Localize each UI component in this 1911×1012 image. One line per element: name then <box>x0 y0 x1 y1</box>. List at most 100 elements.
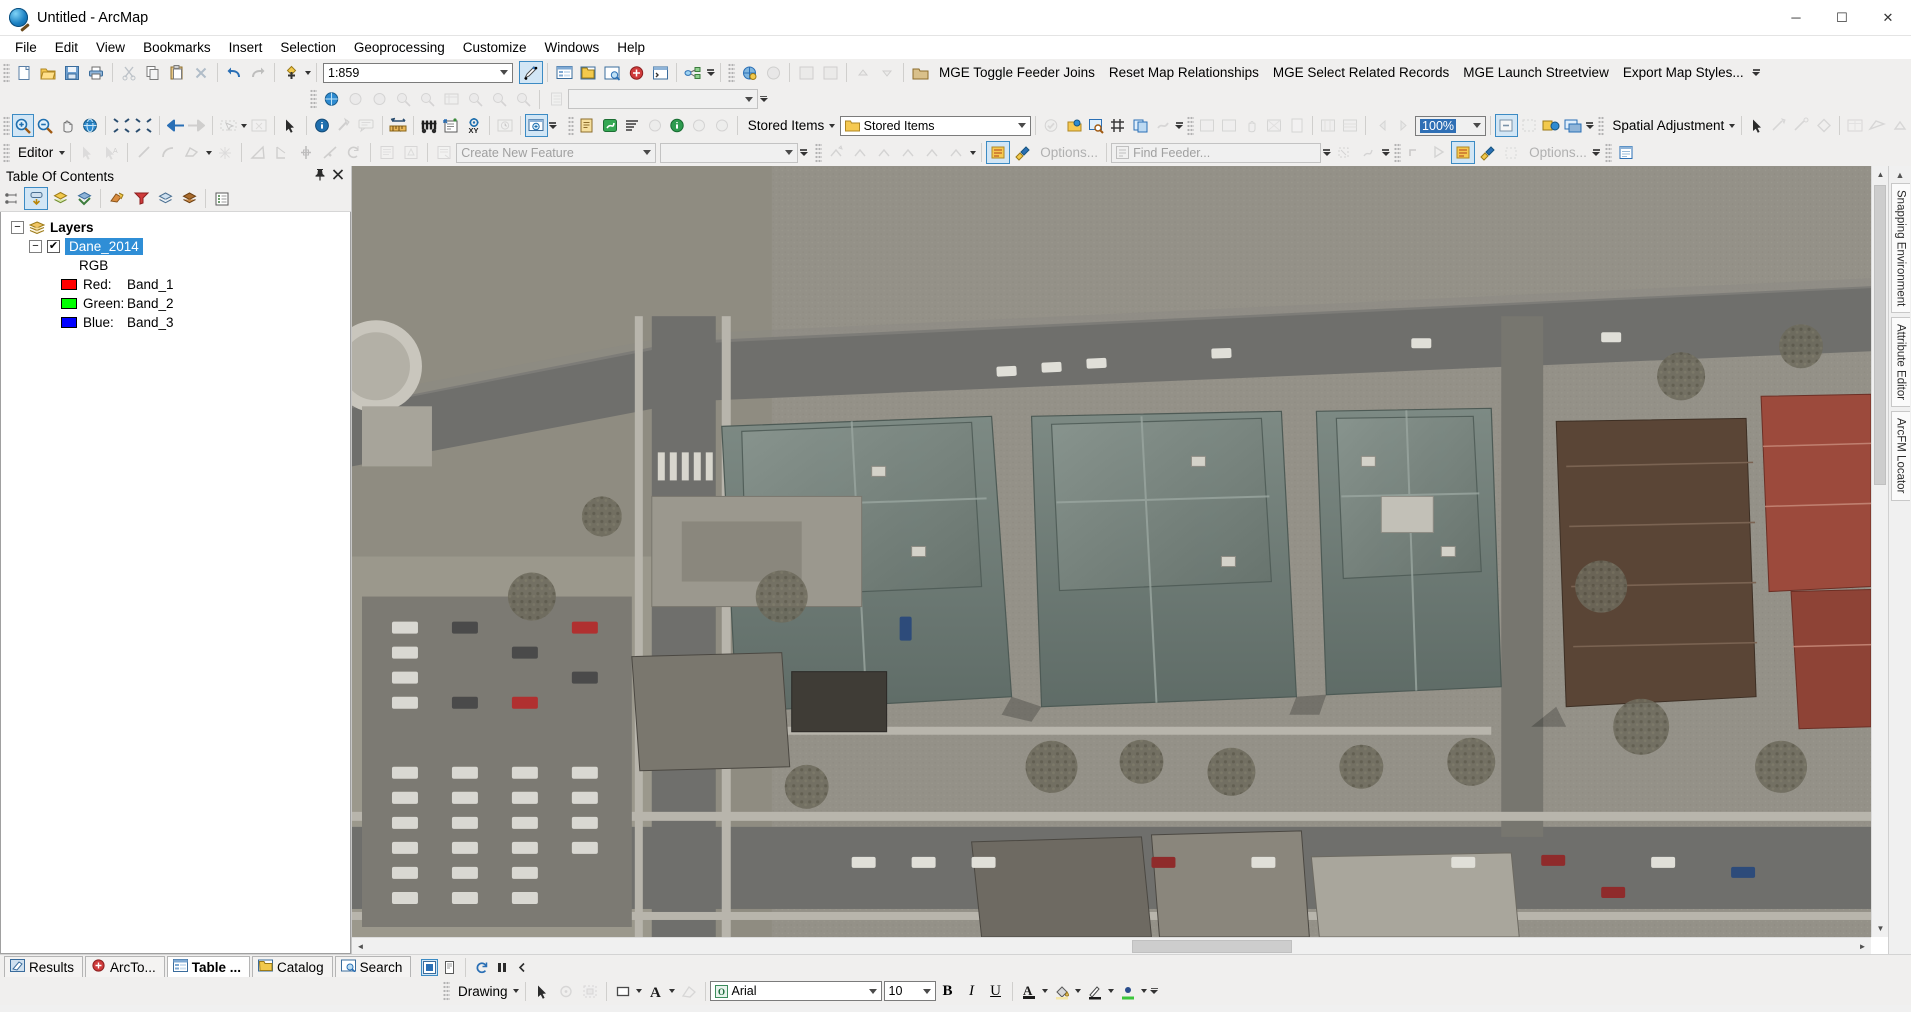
collapse-icon[interactable] <box>513 959 530 976</box>
layer-visibility-checkbox[interactable]: ✔ <box>47 240 60 253</box>
italic-button[interactable]: I <box>960 980 984 1003</box>
stored-items-label[interactable]: Stored Items <box>742 118 829 133</box>
vertical-scroll-thumb[interactable] <box>1874 185 1886 485</box>
editor-toolbar-icon[interactable] <box>519 61 543 84</box>
feeder-paint-icon[interactable] <box>1010 141 1034 164</box>
html-popup-icon[interactable] <box>355 114 377 137</box>
minimize-button[interactable]: ─ <box>1773 0 1819 36</box>
identify-icon[interactable] <box>311 114 333 137</box>
new-identity-link-icon[interactable] <box>1790 114 1812 137</box>
new-text-icon[interactable]: A <box>644 980 668 1003</box>
font-family-combo[interactable]: O Arial <box>709 981 882 1001</box>
layer-fill-icon[interactable] <box>177 187 201 210</box>
arcfm-pages-icon[interactable] <box>1129 114 1151 137</box>
data-view-icon[interactable] <box>421 959 439 976</box>
close-button[interactable]: ✕ <box>1865 0 1911 36</box>
editor-toolbar-grip[interactable] <box>3 142 10 163</box>
marker-color-dropdown-icon[interactable] <box>1140 980 1149 1003</box>
feeder-tool-3-icon[interactable] <box>872 141 896 164</box>
mge-tool-6-icon[interactable] <box>875 61 899 84</box>
arcfm-tool-x-icon[interactable] <box>1152 114 1174 137</box>
secondary-toolbar-overflow-icon[interactable] <box>758 88 769 111</box>
modelbuilder-icon[interactable] <box>681 61 705 84</box>
font-size-combo[interactable]: 10 <box>883 981 936 1001</box>
trace-dropdown-icon[interactable] <box>204 141 213 164</box>
expander-icon[interactable]: − <box>29 240 42 253</box>
draw-toolbar-grip[interactable] <box>443 981 450 1001</box>
toc-band-red[interactable]: Red: Band_1 <box>5 275 350 294</box>
tools-toolbar-overflow-icon[interactable] <box>548 114 558 137</box>
globe-tool-3-icon[interactable] <box>391 88 415 111</box>
go-back-extent-icon[interactable] <box>164 114 186 137</box>
arcfm-toolbar-grip[interactable] <box>567 115 575 136</box>
arcfm-info-icon[interactable] <box>666 114 688 137</box>
arcfm-edit-icon[interactable] <box>576 114 598 137</box>
maximize-button[interactable]: ☐ <box>1819 0 1865 36</box>
zoom-out-icon[interactable] <box>34 114 56 137</box>
globe-tool-7-icon[interactable] <box>511 88 535 111</box>
spatial-adjustment-label[interactable]: Spatial Adjustment <box>1606 118 1728 133</box>
layout-grid-icon[interactable] <box>1518 114 1540 137</box>
arcfm-options-label[interactable]: Options... <box>1523 145 1591 160</box>
arcfm-edit-2-icon[interactable] <box>1427 141 1451 164</box>
designer-toolbar-overflow-icon[interactable] <box>1380 141 1391 164</box>
map-canvas[interactable] <box>352 166 1871 937</box>
new-rectangle-dropdown-icon[interactable] <box>635 980 644 1003</box>
export-map-styles-button[interactable]: Export Map Styles... <box>1616 63 1751 82</box>
time-slider-icon[interactable] <box>494 114 516 137</box>
full-extent-icon[interactable] <box>79 114 101 137</box>
designer-tool-1-icon[interactable] <box>1332 141 1356 164</box>
create-new-feature-combo[interactable]: Create New Feature <box>456 142 657 163</box>
menu-geoprocessing[interactable]: Geoprocessing <box>345 38 454 57</box>
draw-toolbar-overflow-icon[interactable] <box>1149 980 1160 1003</box>
toc-layer-dane2014[interactable]: − ✔ Dane_2014 <box>5 237 350 256</box>
table-of-contents-icon[interactable] <box>552 61 576 84</box>
feeder-toolbar-grip[interactable] <box>815 142 823 163</box>
bottom-tab-results[interactable]: Results <box>4 956 84 977</box>
layout-toolbar-overflow-icon[interactable] <box>1585 114 1595 137</box>
edit-vertices-icon[interactable] <box>677 980 701 1003</box>
arcfm-edit-3-icon[interactable] <box>1451 141 1476 164</box>
select-links-icon[interactable] <box>1813 114 1835 137</box>
arctoolbox-icon[interactable] <box>624 61 648 84</box>
stored-items-menu-icon[interactable] <box>828 114 836 137</box>
adjust-icon[interactable] <box>1866 114 1888 137</box>
globe-layer-combo[interactable] <box>568 89 758 109</box>
edit-annotation-tool-icon[interactable]: A <box>99 141 123 164</box>
globe-tool-2-icon[interactable] <box>367 88 391 111</box>
standard-toolbar-overflow-icon[interactable] <box>705 61 716 84</box>
create-viewer-window-icon[interactable] <box>525 114 548 137</box>
trace-icon[interactable] <box>180 141 204 164</box>
underline-button[interactable]: U <box>984 980 1008 1003</box>
chevron-down-icon[interactable] <box>865 982 881 1000</box>
toc-options-icon[interactable] <box>210 187 234 210</box>
feeder-dropdown-icon[interactable] <box>968 141 977 164</box>
go-to-xy-icon[interactable]: XY <box>463 114 485 137</box>
line-color-dropdown-icon[interactable] <box>1107 980 1116 1003</box>
mge-folder-icon[interactable] <box>908 61 932 84</box>
layout-export-icon[interactable] <box>1562 114 1584 137</box>
expander-icon[interactable]: − <box>11 221 24 234</box>
spatial-adjustment-menu-icon[interactable] <box>1728 114 1736 137</box>
rotate-element-icon[interactable] <box>554 980 578 1003</box>
zoom-in-icon[interactable] <box>11 114 34 137</box>
map-vertical-scrollbar[interactable]: ▲ ▼ <box>1871 166 1888 937</box>
mge-launch-streetview-button[interactable]: MGE Launch Streetview <box>1456 63 1616 82</box>
arcfm-toolbar-overflow-icon[interactable] <box>1174 114 1184 137</box>
close-icon[interactable] <box>332 168 344 184</box>
bottom-tab-search[interactable]: Search <box>334 956 412 977</box>
find-feeder-input[interactable]: Find Feeder... <box>1111 142 1322 163</box>
chevron-down-icon[interactable] <box>741 90 757 108</box>
go-next-extent-icon[interactable] <box>186 114 208 137</box>
layout-zoom-whole-icon[interactable] <box>1317 114 1339 137</box>
pin-icon[interactable] <box>314 168 326 184</box>
tab-attribute-editor[interactable]: Attribute Editor <box>1890 317 1910 408</box>
find-icon[interactable] <box>418 114 440 137</box>
editor-toolbar-overflow-icon[interactable] <box>798 141 809 164</box>
attributes-icon[interactable] <box>375 141 399 164</box>
layout-refresh-icon[interactable] <box>1495 114 1518 137</box>
list-by-visibility-icon[interactable] <box>48 187 72 210</box>
fill-color-dropdown-icon[interactable] <box>1074 980 1083 1003</box>
drawing-menu-icon[interactable] <box>512 980 521 1003</box>
layer-name[interactable]: Dane_2014 <box>65 238 143 255</box>
